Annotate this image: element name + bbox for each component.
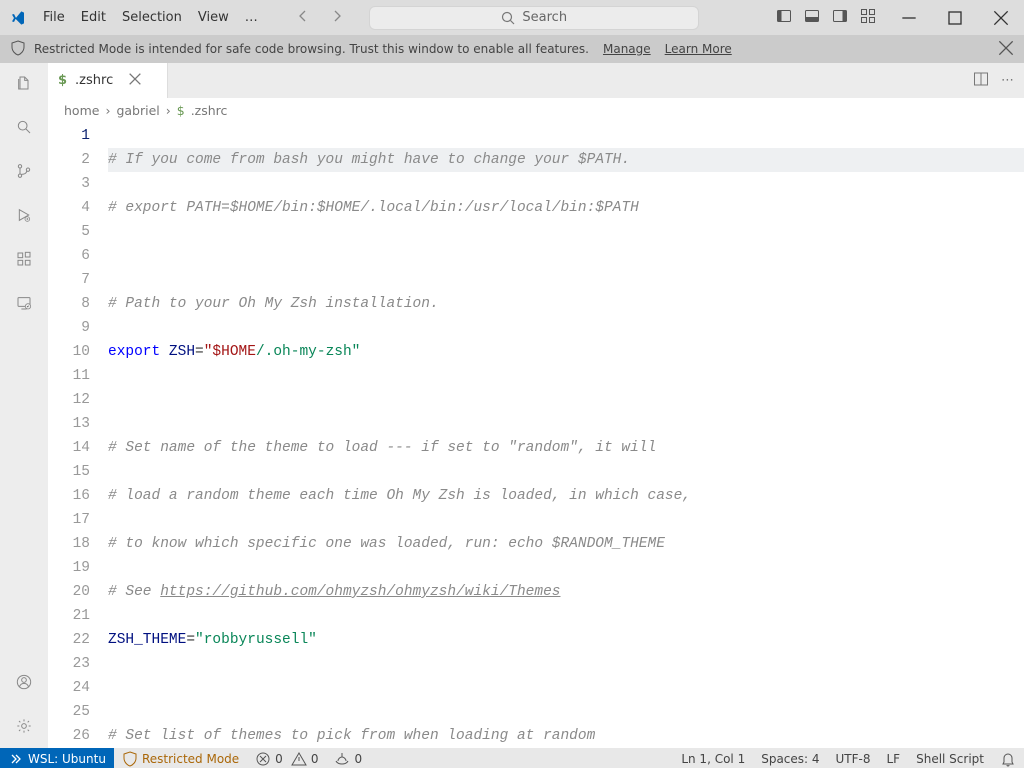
toggle-primary-sidebar-icon[interactable] (776, 8, 792, 28)
menu-edit[interactable]: Edit (73, 4, 114, 31)
code-editor[interactable]: 1234567891011121314151617181920212223242… (48, 122, 1024, 748)
tab-label: .zshrc (75, 73, 113, 88)
accounts-icon[interactable] (12, 670, 36, 694)
shell-file-icon: $ (58, 73, 67, 88)
more-actions-icon[interactable]: ⋯ (1001, 73, 1014, 88)
settings-gear-icon[interactable] (12, 714, 36, 738)
breadcrumb-user[interactable]: gabriel (116, 103, 159, 118)
editor-area: $ .zshrc ⋯ home › gabriel › $ .zshrc 123… (48, 63, 1024, 748)
menu-more[interactable]: … (237, 4, 266, 31)
shell-file-icon: $ (177, 103, 185, 118)
nav-forward-icon[interactable] (325, 4, 349, 32)
remote-explorer-icon[interactable] (12, 291, 36, 315)
history-nav (291, 4, 349, 32)
eol-status[interactable]: LF (879, 751, 909, 767)
toggle-panel-icon[interactable] (804, 8, 820, 28)
code-content[interactable]: # If you come from bash you might have t… (108, 122, 1024, 748)
menu-file[interactable]: File (35, 4, 73, 31)
breadcrumb[interactable]: home › gabriel › $ .zshrc (48, 98, 1024, 122)
close-banner-icon[interactable] (998, 40, 1014, 59)
notifications-icon[interactable] (992, 751, 1024, 767)
search-icon[interactable] (12, 115, 36, 139)
vscode-logo-icon (0, 10, 35, 26)
line-gutter: 1234567891011121314151617181920212223242… (48, 122, 108, 748)
window-controls (886, 0, 1024, 35)
close-window-button[interactable] (978, 0, 1024, 35)
menu-view[interactable]: View (190, 4, 237, 31)
manage-link[interactable]: Manage (603, 42, 651, 56)
ports-status[interactable]: 0 (326, 751, 370, 767)
maximize-button[interactable] (932, 0, 978, 35)
customize-layout-icon[interactable] (860, 8, 876, 28)
split-editor-icon[interactable] (973, 71, 989, 91)
shield-icon (10, 40, 26, 59)
search-placeholder: Search (522, 10, 567, 25)
tab-close-icon[interactable] (127, 71, 143, 91)
command-center-search[interactable]: Search (369, 6, 699, 30)
run-debug-icon[interactable] (12, 203, 36, 227)
language-mode-status[interactable]: Shell Script (908, 751, 992, 767)
restricted-mode-banner: Restricted Mode is intended for safe cod… (0, 35, 1024, 63)
status-bar: WSL: Ubuntu Restricted Mode 0 0 0 Ln 1, … (0, 748, 1024, 768)
tab-zshrc[interactable]: $ .zshrc (48, 63, 168, 98)
learn-more-link[interactable]: Learn More (665, 42, 732, 56)
menu-bar: File Edit Selection View … (35, 4, 266, 31)
problems-status[interactable]: 0 0 (247, 751, 326, 767)
chevron-right-icon: › (166, 103, 171, 118)
breadcrumb-file[interactable]: .zshrc (191, 103, 228, 118)
restricted-mode-status[interactable]: Restricted Mode (114, 751, 247, 767)
remote-indicator[interactable]: WSL: Ubuntu (0, 748, 114, 768)
chevron-right-icon: › (105, 103, 110, 118)
source-control-icon[interactable] (12, 159, 36, 183)
restricted-message: Restricted Mode is intended for safe cod… (34, 42, 589, 56)
cursor-position-status[interactable]: Ln 1, Col 1 (673, 751, 753, 767)
encoding-status[interactable]: UTF-8 (828, 751, 879, 767)
menu-selection[interactable]: Selection (114, 4, 190, 31)
breadcrumb-home[interactable]: home (64, 103, 99, 118)
title-bar: File Edit Selection View … Search (0, 0, 1024, 35)
activity-bar (0, 63, 48, 748)
extensions-icon[interactable] (12, 247, 36, 271)
indentation-status[interactable]: Spaces: 4 (753, 751, 827, 767)
toggle-secondary-sidebar-icon[interactable] (832, 8, 848, 28)
minimize-button[interactable] (886, 0, 932, 35)
layout-controls (776, 8, 876, 28)
tab-bar: $ .zshrc ⋯ (48, 63, 1024, 98)
nav-back-icon[interactable] (291, 4, 315, 32)
explorer-icon[interactable] (12, 71, 36, 95)
